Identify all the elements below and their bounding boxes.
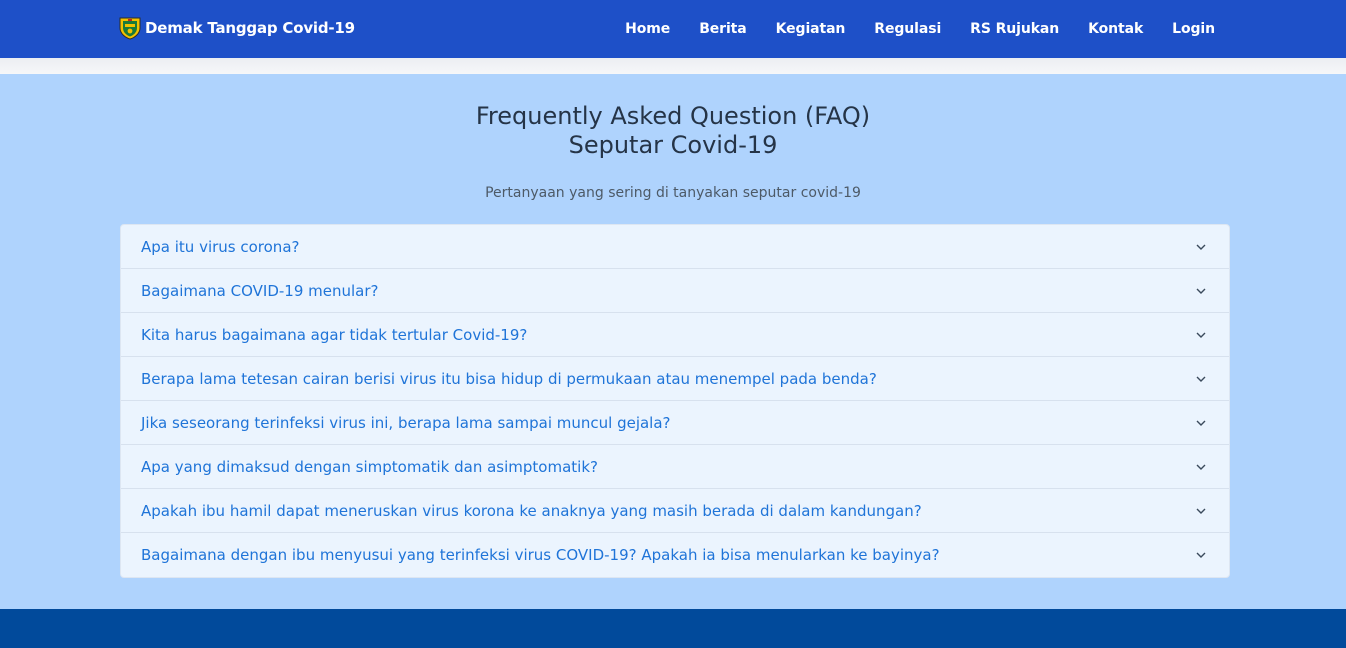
faq-question: Bagaimana dengan ibu menyusui yang terin… bbox=[141, 546, 940, 564]
faq-title-line1: Frequently Asked Question (FAQ) bbox=[475, 102, 871, 130]
chevron-down-icon bbox=[1196, 420, 1206, 426]
chevron-down-icon bbox=[1196, 552, 1206, 558]
faq-question: Apa yang dimaksud dengan simptomatik dan… bbox=[141, 457, 598, 476]
nav-regulasi[interactable]: Regulasi bbox=[874, 21, 941, 37]
faq-question: Jika seseorang terinfeksi virus ini, ber… bbox=[141, 413, 671, 432]
faq-item-2[interactable]: Bagaimana COVID-19 menular? bbox=[121, 269, 1229, 313]
chevron-down-icon bbox=[1196, 244, 1206, 250]
footer bbox=[0, 609, 1346, 648]
header-shadow bbox=[0, 58, 1346, 74]
nav-rs-rujukan[interactable]: RS Rujukan bbox=[970, 21, 1059, 37]
nav-home[interactable]: Home bbox=[625, 21, 670, 37]
faq-subtitle: Pertanyaan yang sering di tanyakan seput… bbox=[485, 185, 861, 201]
faq-question: Apakah ibu hamil dapat meneruskan virus … bbox=[141, 501, 922, 520]
faq-item-5[interactable]: Jika seseorang terinfeksi virus ini, ber… bbox=[121, 401, 1229, 445]
faq-question: Bagaimana COVID-19 menular? bbox=[141, 281, 379, 300]
faq-title-line2: Seputar Covid-19 bbox=[568, 131, 778, 159]
chevron-down-icon bbox=[1196, 288, 1206, 294]
faq-question: Kita harus bagaimana agar tidak tertular… bbox=[141, 325, 528, 344]
faq-section: Frequently Asked Question (FAQ) Seputar … bbox=[0, 74, 1346, 609]
brand-link[interactable]: Demak Tanggap Covid-19 bbox=[119, 15, 355, 41]
faq-item-7[interactable]: Apakah ibu hamil dapat meneruskan virus … bbox=[121, 489, 1229, 533]
main-nav: Home Berita Kegiatan Regulasi RS Rujukan… bbox=[596, 0, 1215, 58]
nav-kontak[interactable]: Kontak bbox=[1088, 21, 1143, 37]
faq-item-8[interactable]: Bagaimana dengan ibu menyusui yang terin… bbox=[121, 533, 1229, 577]
coat-of-arms-logo-icon bbox=[119, 17, 141, 40]
chevron-down-icon bbox=[1196, 508, 1206, 514]
faq-item-4[interactable]: Berapa lama tetesan cairan berisi virus … bbox=[121, 357, 1229, 401]
faq-question: Apa itu virus corona? bbox=[141, 237, 300, 256]
brand-name: Demak Tanggap Covid-19 bbox=[145, 19, 355, 37]
chevron-down-icon bbox=[1196, 332, 1206, 338]
faq-title: Frequently Asked Question (FAQ) Seputar … bbox=[0, 102, 1346, 160]
nav-login[interactable]: Login bbox=[1172, 21, 1215, 37]
faq-item-6[interactable]: Apa yang dimaksud dengan simptomatik dan… bbox=[121, 445, 1229, 489]
chevron-down-icon bbox=[1196, 464, 1206, 470]
faq-question: Berapa lama tetesan cairan berisi virus … bbox=[141, 369, 877, 388]
faq-item-1[interactable]: Apa itu virus corona? bbox=[121, 225, 1229, 269]
nav-berita[interactable]: Berita bbox=[699, 21, 747, 37]
nav-kegiatan[interactable]: Kegiatan bbox=[776, 21, 846, 37]
faq-item-3[interactable]: Kita harus bagaimana agar tidak tertular… bbox=[121, 313, 1229, 357]
chevron-down-icon bbox=[1196, 376, 1206, 382]
faq-accordion: Apa itu virus corona? Bagaimana COVID-19… bbox=[120, 224, 1230, 578]
navbar: Demak Tanggap Covid-19 Home Berita Kegia… bbox=[0, 0, 1346, 58]
